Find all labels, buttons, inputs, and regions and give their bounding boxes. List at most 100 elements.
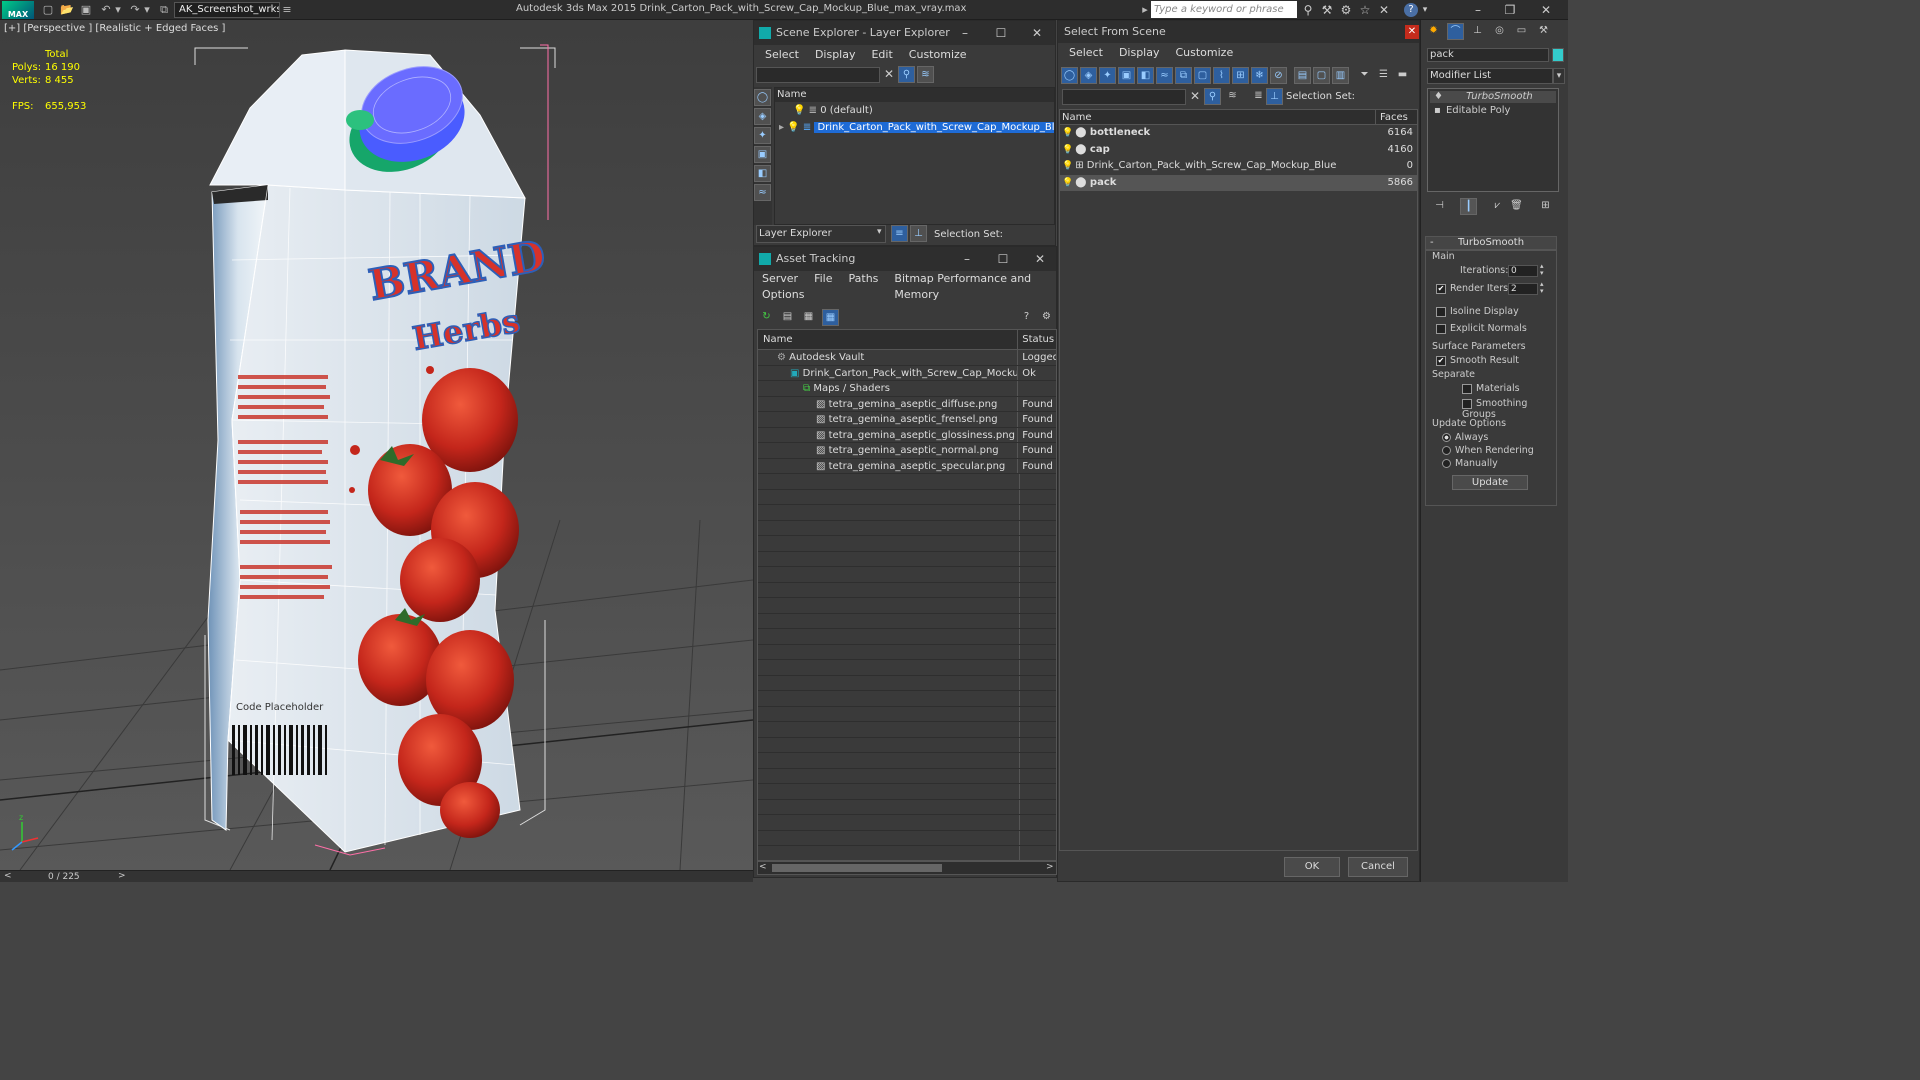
explorer-type-dropdown[interactable]: Layer Explorer (756, 225, 886, 243)
filter-lights-icon[interactable]: ✦ (1099, 67, 1116, 84)
time-slider[interactable]: < 0 / 225 > (0, 870, 753, 882)
minimize-icon[interactable]: – (952, 247, 982, 271)
table-view-icon[interactable]: ▦ (822, 309, 839, 326)
perspective-viewport[interactable]: BRAND Herbs Code Placeholder z [+] [Pers… (0, 20, 753, 870)
undo-icon[interactable]: ↶ (98, 2, 114, 18)
pin-stack-icon[interactable]: ⊣ (1431, 198, 1448, 215)
object-color-swatch[interactable] (1552, 48, 1564, 62)
asset-tracking-titlebar[interactable]: Asset Tracking – ☐ ✕ (754, 247, 1056, 271)
modifier-list-dropdown[interactable]: Modifier List (1427, 68, 1553, 84)
select-invert-icon[interactable]: ▥ (1332, 67, 1349, 84)
app-logo-icon[interactable]: MAX (2, 1, 34, 19)
turbosmooth-rollout-header[interactable]: - TurboSmooth (1425, 236, 1557, 250)
menu-file[interactable]: File (806, 271, 840, 287)
display-geometry-icon[interactable]: ◯ (754, 89, 771, 106)
restore-icon[interactable]: ❐ (1502, 2, 1518, 18)
undo-dropdown-icon[interactable]: ▾ (114, 2, 122, 18)
signin-icon[interactable]: ⚙ (1338, 2, 1354, 18)
layer-row-drink-carton[interactable]: ▸ 💡 ≣ Drink_Carton_Pack_with_Screw_Cap_M… (775, 119, 1054, 136)
asset-row[interactable]: ⚙ Autodesk Vault Logged (758, 350, 1056, 366)
menu-bitmap-performance[interactable]: Bitmap Performance and Memory (886, 271, 1056, 301)
tools-icon[interactable]: ⚒ (1319, 2, 1335, 18)
smoothing-groups-checkbox[interactable]: Smoothing Groups (1462, 398, 1556, 420)
menu-options[interactable]: Options (754, 287, 812, 303)
asset-row[interactable]: ▨ tetra_gemina_aseptic_specular.png Found (758, 458, 1056, 474)
filter-funnel-icon[interactable]: ⏷ (1356, 67, 1373, 84)
display-shapes-icon[interactable]: ◈ (754, 108, 771, 125)
collapse-rollout-icon[interactable]: - (1430, 237, 1434, 249)
binoculars-icon[interactable]: ⚲ (1300, 2, 1316, 18)
new-file-icon[interactable]: ▢ (40, 2, 56, 18)
workspace-dropdown-icon[interactable]: ≡ (281, 2, 293, 18)
filter-xrefs-icon[interactable]: ▢ (1194, 67, 1211, 84)
scene-explorer-search-input[interactable] (756, 67, 880, 83)
iterations-spinner[interactable]: 0 (1508, 265, 1538, 277)
select-search-input[interactable] (1062, 89, 1186, 105)
asset-row[interactable]: ▨ tetra_gemina_aseptic_glossiness.png Fou… (758, 427, 1056, 443)
menu-select[interactable]: Select (757, 45, 807, 65)
display-tab-icon[interactable]: ▭ (1513, 23, 1530, 40)
select-from-scene-titlebar[interactable]: Select From Scene ✕ (1058, 21, 1419, 43)
modify-tab-icon[interactable]: ⌒ (1447, 23, 1464, 40)
filter-groups-icon[interactable]: ⧉ (1175, 67, 1192, 84)
display-lights-icon[interactable]: ✦ (754, 127, 771, 144)
favorites-star-icon[interactable]: ☆ (1357, 2, 1373, 18)
light-bulb-icon[interactable]: 💡 (793, 105, 805, 116)
sort-by-hierarchy-icon[interactable]: ⊥ (910, 225, 927, 242)
menu-paths[interactable]: Paths (841, 271, 887, 287)
asset-row[interactable]: ▨ tetra_gemina_aseptic_frensel.png Found (758, 412, 1056, 428)
stack-item-editable-poly[interactable]: ▪ Editable Poly (1430, 105, 1556, 117)
menu-edit[interactable]: Edit (863, 45, 900, 65)
thumbnail-view-icon[interactable]: ▦ (800, 309, 817, 326)
stack-item-turbosmooth[interactable]: ♦ TurboSmooth (1430, 91, 1556, 103)
select-none-icon[interactable]: ▢ (1313, 67, 1330, 84)
filter-hidden-icon[interactable]: ⊘ (1270, 67, 1287, 84)
asset-row[interactable]: ▨ tetra_gemina_aseptic_normal.png Found (758, 443, 1056, 459)
redo-dropdown-icon[interactable]: ▾ (143, 2, 151, 18)
asset-col-name[interactable]: Name (758, 330, 1019, 349)
layer-options-icon[interactable]: ≋ (917, 66, 934, 83)
manually-radio[interactable]: Manually (1442, 458, 1498, 469)
clear-search-icon[interactable]: ✕ (1190, 89, 1200, 103)
asset-col-status[interactable]: Status (1018, 330, 1056, 349)
filter-containers-icon[interactable]: ⊞ (1232, 67, 1249, 84)
object-col-name[interactable]: Name (1060, 110, 1376, 124)
light-bulb-icon[interactable]: ♦ (1434, 91, 1446, 102)
asset-row[interactable]: ▣ Drink_Carton_Pack_with_Screw_Cap_Mocku… (758, 365, 1056, 381)
object-col-faces[interactable]: Faces (1376, 110, 1416, 124)
collapse-icon[interactable]: ▬ (1394, 67, 1411, 84)
light-bulb-icon[interactable]: 💡 (787, 122, 799, 133)
layer-row-default[interactable]: 💡 ≣ 0 (default) (775, 102, 1054, 119)
object-row[interactable]: 💡 ⬤ bottleneck 6164 (1060, 125, 1417, 142)
filter-helpers-icon[interactable]: ◧ (1137, 67, 1154, 84)
object-row[interactable]: 💡 ⬤ pack 5866 (1060, 174, 1417, 191)
render-iters-spinner[interactable]: 2 (1508, 283, 1538, 295)
light-bulb-icon[interactable]: 💡 (1062, 161, 1073, 171)
scene-explorer-titlebar[interactable]: Scene Explorer - Layer Explorer – ☐ ✕ (754, 21, 1055, 45)
workspace-selector[interactable]: AK_Screenshot_wrksp (174, 2, 280, 18)
scroll-left-icon[interactable]: < (759, 862, 767, 872)
horizontal-scrollbar[interactable]: < > (757, 861, 1057, 875)
filter-frozen-icon[interactable]: ❄ (1251, 67, 1268, 84)
motion-tab-icon[interactable]: ◎ (1491, 23, 1508, 40)
remove-modifier-icon[interactable]: 🗑 (1508, 198, 1525, 215)
help-dropdown-icon[interactable]: ▾ (1420, 2, 1430, 18)
create-tab-icon[interactable]: ✹ (1425, 23, 1442, 40)
display-spacewarps-icon[interactable]: ≈ (754, 184, 771, 201)
clear-search-icon[interactable]: ✕ (884, 67, 894, 81)
explicit-normals-checkbox[interactable]: Explicit Normals (1436, 323, 1527, 334)
filter-bones-icon[interactable]: ⌇ (1213, 67, 1230, 84)
menu-customize[interactable]: Customize (1167, 43, 1241, 63)
display-cameras-icon[interactable]: ▣ (754, 146, 771, 163)
sort-by-layer-icon[interactable]: ≣ (1250, 88, 1267, 105)
sort-by-layer-icon[interactable]: ≡ (891, 225, 908, 242)
menu-select[interactable]: Select (1061, 43, 1111, 63)
refresh-icon[interactable]: ↻ (758, 309, 775, 326)
close-icon[interactable]: ✕ (1022, 21, 1052, 45)
exchange-icon[interactable]: ✕ (1376, 2, 1392, 18)
chevron-down-icon[interactable]: ▾ (877, 227, 882, 237)
show-end-result-icon[interactable]: ┃ (1460, 198, 1477, 215)
filter-icon[interactable]: ⚲ (1204, 88, 1221, 105)
object-name-field[interactable]: pack (1427, 48, 1549, 62)
light-bulb-icon[interactable]: 💡 (1062, 128, 1073, 138)
